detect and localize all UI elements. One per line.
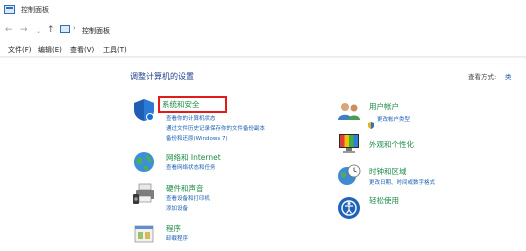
- category-appearance-personalization[interactable]: 外观和个性化: [369, 139, 414, 150]
- link-backup-restore[interactable]: 备份和还原(Windows 7): [166, 134, 228, 142]
- menu-bar: 文件(F) 编辑(E) 查看(V) 工具(T): [0, 41, 526, 58]
- clock-globe-icon[interactable]: [337, 163, 361, 187]
- page-title: 调整计算机的设置: [130, 72, 194, 81]
- category-clock-region[interactable]: 时钟和区域: [369, 166, 407, 177]
- globe-network-icon[interactable]: [132, 150, 156, 174]
- link-change-account-type[interactable]: 更改帐户类型: [377, 115, 410, 123]
- breadcrumb-separator: ›: [73, 24, 76, 32]
- control-panel-icon: [60, 25, 70, 33]
- breadcrumb-control-panel[interactable]: 控制面板: [82, 26, 110, 36]
- forward-arrow-icon[interactable]: →: [20, 24, 28, 36]
- link-uninstall-program[interactable]: 卸载程序: [166, 234, 188, 242]
- programs-icon[interactable]: [132, 222, 156, 246]
- category-hardware-sound[interactable]: 硬件和声音: [166, 183, 204, 194]
- printer-speaker-icon[interactable]: [132, 182, 156, 206]
- up-arrow-icon[interactable]: ↑: [47, 24, 55, 36]
- link-view-computer-status[interactable]: 查看你的计算机状态: [166, 114, 216, 122]
- uac-shield-icon: [368, 114, 374, 129]
- category-network-internet[interactable]: 网络和 Internet: [166, 152, 221, 163]
- address-field[interactable]: › 控制面板: [60, 23, 526, 38]
- link-network-status[interactable]: 查看网络状态和任务: [166, 163, 216, 171]
- address-bar: ← → ⌄ ↑ › 控制面板: [0, 20, 526, 40]
- menu-edit[interactable]: 编辑(E): [38, 45, 62, 55]
- link-date-time-format[interactable]: 更改日期、时间或数字格式: [369, 178, 435, 186]
- back-arrow-icon[interactable]: ←: [5, 24, 13, 36]
- title-bar: 控制面板: [0, 0, 526, 20]
- link-devices-printers[interactable]: 查看设备和打印机: [166, 194, 210, 202]
- menu-view[interactable]: 查看(V): [70, 45, 94, 55]
- shield-icon[interactable]: [132, 98, 156, 122]
- menu-file[interactable]: 文件(F): [8, 45, 32, 55]
- highlight-box: [158, 96, 227, 113]
- ease-of-access-icon[interactable]: [337, 196, 361, 220]
- control-panel-icon: [4, 5, 15, 14]
- display-personalization-icon[interactable]: [337, 131, 361, 155]
- category-ease-of-access[interactable]: 轻松使用: [369, 195, 399, 206]
- category-programs[interactable]: 程序: [166, 223, 181, 234]
- users-icon[interactable]: [337, 99, 361, 123]
- view-by-dropdown[interactable]: 类: [505, 71, 512, 81]
- recent-locations-chevron-icon[interactable]: ⌄: [36, 26, 41, 38]
- window-title: 控制面板: [21, 6, 49, 14]
- menu-tools[interactable]: 工具(T): [103, 45, 127, 55]
- link-add-device[interactable]: 添加设备: [166, 204, 188, 212]
- category-user-accounts[interactable]: 用户帐户: [369, 101, 399, 112]
- link-file-history-backup[interactable]: 通过文件历史记录保存你的文件备份副本: [166, 124, 265, 132]
- view-by-label: 查看方式:: [468, 73, 497, 81]
